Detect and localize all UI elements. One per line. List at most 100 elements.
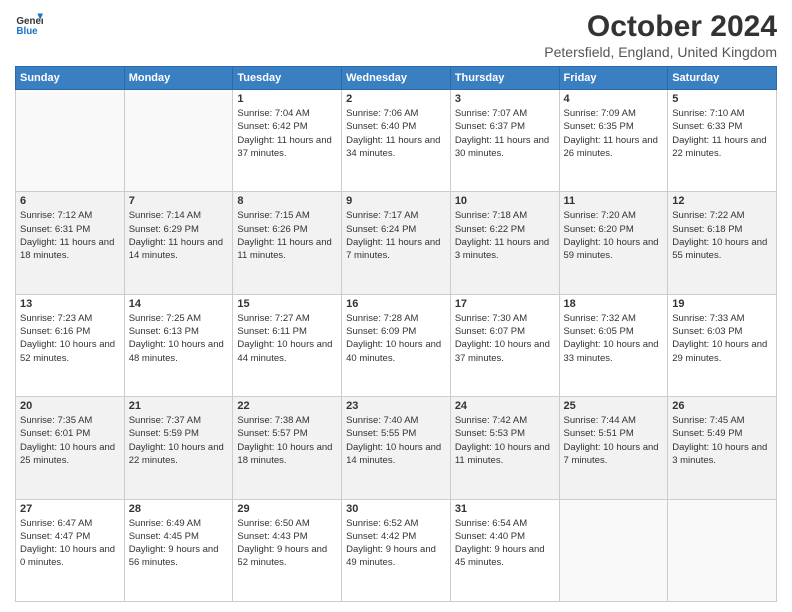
calendar-table: Sunday Monday Tuesday Wednesday Thursday… bbox=[15, 66, 777, 602]
day-number: 7 bbox=[129, 195, 229, 207]
day-info: Sunrise: 6:49 AM Sunset: 4:45 PM Dayligh… bbox=[129, 517, 229, 570]
day-info: Sunrise: 7:18 AM Sunset: 6:22 PM Dayligh… bbox=[455, 209, 555, 262]
day-info: Sunrise: 7:14 AM Sunset: 6:29 PM Dayligh… bbox=[129, 209, 229, 262]
table-row: 28 Sunrise: 6:49 AM Sunset: 4:45 PM Dayli… bbox=[124, 499, 233, 601]
calendar-week-row: 1 Sunrise: 7:04 AM Sunset: 6:42 PM Daylig… bbox=[16, 90, 777, 192]
day-number: 1 bbox=[237, 93, 337, 105]
table-row: 19Sunrise: 7:33 AM Sunset: 6:03 PM Dayli… bbox=[668, 294, 777, 396]
table-row: 30Sunrise: 6:52 AM Sunset: 4:42 PM Dayli… bbox=[342, 499, 451, 601]
day-info: Sunrise: 7:22 AM Sunset: 6:18 PM Dayligh… bbox=[672, 209, 772, 262]
table-row: 12Sunrise: 7:22 AM Sunset: 6:18 PM Dayli… bbox=[668, 192, 777, 294]
day-info: Sunrise: 7:40 AM Sunset: 5:55 PM Dayligh… bbox=[346, 414, 446, 467]
day-info: Sunrise: 7:44 AM Sunset: 5:51 PM Dayligh… bbox=[564, 414, 664, 467]
table-row bbox=[559, 499, 668, 601]
subtitle: Petersfield, England, United Kingdom bbox=[544, 44, 777, 60]
calendar-week-row: 13Sunrise: 7:23 AM Sunset: 6:16 PM Dayli… bbox=[16, 294, 777, 396]
table-row: 7 Sunrise: 7:14 AM Sunset: 6:29 PM Daylig… bbox=[124, 192, 233, 294]
day-number: 16 bbox=[346, 298, 446, 310]
day-info: Sunrise: 6:47 AM Sunset: 4:47 PM Dayligh… bbox=[20, 517, 120, 570]
table-row: 11 Sunrise: 7:20 AM Sunset: 6:20 PM Dayli… bbox=[559, 192, 668, 294]
col-sunday: Sunday bbox=[16, 67, 125, 90]
day-info: Sunrise: 7:04 AM Sunset: 6:42 PM Dayligh… bbox=[237, 107, 337, 160]
day-info: Sunrise: 7:17 AM Sunset: 6:24 PM Dayligh… bbox=[346, 209, 446, 262]
day-info: Sunrise: 7:38 AM Sunset: 5:57 PM Dayligh… bbox=[237, 414, 337, 467]
day-number: 22 bbox=[237, 400, 337, 412]
table-row: 22 Sunrise: 7:38 AM Sunset: 5:57 PM Dayli… bbox=[233, 397, 342, 499]
table-row: 21 Sunrise: 7:37 AM Sunset: 5:59 PM Dayli… bbox=[124, 397, 233, 499]
table-row: 1 Sunrise: 7:04 AM Sunset: 6:42 PM Daylig… bbox=[233, 90, 342, 192]
day-number: 2 bbox=[346, 93, 446, 105]
day-number: 5 bbox=[672, 93, 772, 105]
table-row: 3 Sunrise: 7:07 AM Sunset: 6:37 PM Daylig… bbox=[450, 90, 559, 192]
table-row: 17Sunrise: 7:30 AM Sunset: 6:07 PM Dayli… bbox=[450, 294, 559, 396]
day-info: Sunrise: 7:12 AM Sunset: 6:31 PM Dayligh… bbox=[20, 209, 120, 262]
day-info: Sunrise: 7:06 AM Sunset: 6:40 PM Dayligh… bbox=[346, 107, 446, 160]
table-row: 18 Sunrise: 7:32 AM Sunset: 6:05 PM Dayli… bbox=[559, 294, 668, 396]
day-info: Sunrise: 7:27 AM Sunset: 6:11 PM Dayligh… bbox=[237, 312, 337, 365]
day-number: 26 bbox=[672, 400, 772, 412]
day-number: 3 bbox=[455, 93, 555, 105]
day-number: 18 bbox=[564, 298, 664, 310]
calendar-week-row: 27 Sunrise: 6:47 AM Sunset: 4:47 PM Dayli… bbox=[16, 499, 777, 601]
table-row: 8 Sunrise: 7:15 AM Sunset: 6:26 PM Daylig… bbox=[233, 192, 342, 294]
table-row bbox=[16, 90, 125, 192]
col-saturday: Saturday bbox=[668, 67, 777, 90]
day-info: Sunrise: 7:42 AM Sunset: 5:53 PM Dayligh… bbox=[455, 414, 555, 467]
logo: General Blue bbox=[15, 10, 43, 38]
day-number: 29 bbox=[237, 503, 337, 515]
day-info: Sunrise: 7:07 AM Sunset: 6:37 PM Dayligh… bbox=[455, 107, 555, 160]
col-wednesday: Wednesday bbox=[342, 67, 451, 90]
title-block: October 2024 Petersfield, England, Unite… bbox=[544, 10, 777, 60]
table-row: 2 Sunrise: 7:06 AM Sunset: 6:40 PM Daylig… bbox=[342, 90, 451, 192]
day-info: Sunrise: 7:09 AM Sunset: 6:35 PM Dayligh… bbox=[564, 107, 664, 160]
table-row bbox=[124, 90, 233, 192]
day-number: 27 bbox=[20, 503, 120, 515]
table-row: 14Sunrise: 7:25 AM Sunset: 6:13 PM Dayli… bbox=[124, 294, 233, 396]
day-info: Sunrise: 7:37 AM Sunset: 5:59 PM Dayligh… bbox=[129, 414, 229, 467]
col-tuesday: Tuesday bbox=[233, 67, 342, 90]
table-row: 27 Sunrise: 6:47 AM Sunset: 4:47 PM Dayli… bbox=[16, 499, 125, 601]
day-info: Sunrise: 7:28 AM Sunset: 6:09 PM Dayligh… bbox=[346, 312, 446, 365]
calendar-body: 1 Sunrise: 7:04 AM Sunset: 6:42 PM Daylig… bbox=[16, 90, 777, 602]
table-row: 25Sunrise: 7:44 AM Sunset: 5:51 PM Dayli… bbox=[559, 397, 668, 499]
day-number: 24 bbox=[455, 400, 555, 412]
day-info: Sunrise: 7:32 AM Sunset: 6:05 PM Dayligh… bbox=[564, 312, 664, 365]
table-row: 24 Sunrise: 7:42 AM Sunset: 5:53 PM Dayli… bbox=[450, 397, 559, 499]
main-title: October 2024 bbox=[544, 10, 777, 44]
day-number: 31 bbox=[455, 503, 555, 515]
day-info: Sunrise: 7:20 AM Sunset: 6:20 PM Dayligh… bbox=[564, 209, 664, 262]
header-row: Sunday Monday Tuesday Wednesday Thursday… bbox=[16, 67, 777, 90]
day-info: Sunrise: 6:54 AM Sunset: 4:40 PM Dayligh… bbox=[455, 517, 555, 570]
day-number: 21 bbox=[129, 400, 229, 412]
header: General Blue October 2024 Petersfield, E… bbox=[15, 10, 777, 60]
day-number: 8 bbox=[237, 195, 337, 207]
logo-icon: General Blue bbox=[15, 10, 43, 38]
day-info: Sunrise: 7:33 AM Sunset: 6:03 PM Dayligh… bbox=[672, 312, 772, 365]
day-info: Sunrise: 7:15 AM Sunset: 6:26 PM Dayligh… bbox=[237, 209, 337, 262]
day-number: 6 bbox=[20, 195, 120, 207]
table-row: 23Sunrise: 7:40 AM Sunset: 5:55 PM Dayli… bbox=[342, 397, 451, 499]
day-number: 28 bbox=[129, 503, 229, 515]
page: General Blue October 2024 Petersfield, E… bbox=[0, 0, 792, 612]
table-row: 31 Sunrise: 6:54 AM Sunset: 4:40 PM Dayli… bbox=[450, 499, 559, 601]
day-number: 4 bbox=[564, 93, 664, 105]
table-row: 16 Sunrise: 7:28 AM Sunset: 6:09 PM Dayli… bbox=[342, 294, 451, 396]
day-info: Sunrise: 6:50 AM Sunset: 4:43 PM Dayligh… bbox=[237, 517, 337, 570]
calendar-week-row: 20 Sunrise: 7:35 AM Sunset: 6:01 PM Dayli… bbox=[16, 397, 777, 499]
day-number: 13 bbox=[20, 298, 120, 310]
table-row: 13Sunrise: 7:23 AM Sunset: 6:16 PM Dayli… bbox=[16, 294, 125, 396]
calendar-week-row: 6 Sunrise: 7:12 AM Sunset: 6:31 PM Daylig… bbox=[16, 192, 777, 294]
day-number: 30 bbox=[346, 503, 446, 515]
table-row: 15 Sunrise: 7:27 AM Sunset: 6:11 PM Dayli… bbox=[233, 294, 342, 396]
col-monday: Monday bbox=[124, 67, 233, 90]
day-number: 15 bbox=[237, 298, 337, 310]
calendar-header: Sunday Monday Tuesday Wednesday Thursday… bbox=[16, 67, 777, 90]
day-number: 17 bbox=[455, 298, 555, 310]
table-row: 26 Sunrise: 7:45 AM Sunset: 5:49 PM Dayli… bbox=[668, 397, 777, 499]
day-number: 11 bbox=[564, 195, 664, 207]
table-row bbox=[668, 499, 777, 601]
day-info: Sunrise: 7:35 AM Sunset: 6:01 PM Dayligh… bbox=[20, 414, 120, 467]
col-friday: Friday bbox=[559, 67, 668, 90]
day-info: Sunrise: 7:45 AM Sunset: 5:49 PM Dayligh… bbox=[672, 414, 772, 467]
day-number: 20 bbox=[20, 400, 120, 412]
